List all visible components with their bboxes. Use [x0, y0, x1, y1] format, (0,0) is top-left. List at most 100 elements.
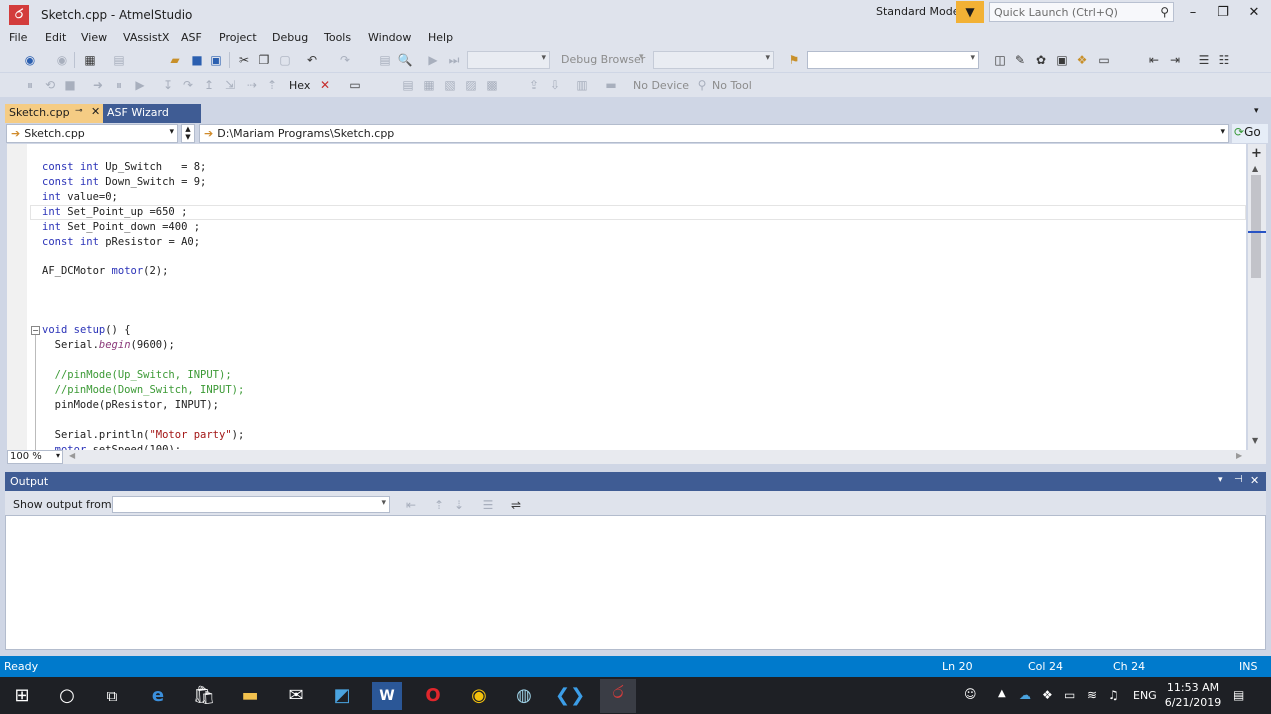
- pin-icon[interactable]: ⊣: [1234, 474, 1243, 485]
- tool-icon[interactable]: ⚲: [694, 77, 710, 93]
- memory-icon[interactable]: ▦: [421, 77, 437, 93]
- tab-asf-wizard[interactable]: ASF Wizard: [103, 104, 201, 123]
- upload-icon[interactable]: ⇪: [526, 77, 542, 93]
- quick-launch-input[interactable]: Quick Launch (Ctrl+Q) ⚲: [989, 2, 1174, 22]
- indent-left-icon[interactable]: ⇤: [1146, 52, 1162, 68]
- add-item-icon[interactable]: ▤: [111, 52, 127, 68]
- paste-icon[interactable]: ▢: [277, 52, 293, 68]
- step-into-icon[interactable]: ↧: [160, 77, 176, 93]
- menu-window[interactable]: Window: [368, 31, 411, 44]
- save-icon[interactable]: ■: [189, 52, 205, 68]
- fold-toggle-icon[interactable]: −: [31, 326, 40, 335]
- pin-icon[interactable]: ⊸: [75, 106, 83, 116]
- hex-toggle[interactable]: Hex: [289, 79, 310, 92]
- stop-icon[interactable]: ■: [62, 77, 78, 93]
- scroll-up-icon[interactable]: ▲: [1252, 164, 1258, 173]
- store-icon[interactable]: 🛍: [189, 682, 219, 710]
- menu-project[interactable]: Project: [219, 31, 257, 44]
- app-icon[interactable]: ◩: [327, 682, 357, 710]
- debug-browser-label[interactable]: Debug Browser: [561, 53, 645, 66]
- next-message-icon[interactable]: ⇣: [451, 497, 467, 513]
- scroll-right-icon[interactable]: ▶: [1236, 451, 1242, 460]
- undo-icon[interactable]: ↶: [304, 52, 320, 68]
- pause-icon[interactable]: ⏸: [111, 77, 127, 93]
- opera-icon[interactable]: O: [418, 682, 448, 710]
- debug-windows-icon[interactable]: ▭: [347, 77, 363, 93]
- comment-icon[interactable]: ☰: [1196, 52, 1212, 68]
- menu-edit[interactable]: Edit: [45, 31, 66, 44]
- go-button[interactable]: ⟳Go: [1232, 124, 1268, 143]
- set-next-statement-icon[interactable]: ⇢: [244, 77, 260, 93]
- scroll-left-icon[interactable]: ◀: [69, 451, 75, 460]
- uncomment-icon[interactable]: ☷: [1216, 52, 1232, 68]
- scroll-down-icon[interactable]: ▼: [1252, 436, 1258, 445]
- find-icon[interactable]: ▤: [377, 52, 393, 68]
- split-editor-icon[interactable]: +: [1251, 146, 1262, 161]
- tools-wrench-icon[interactable]: ✎: [1012, 52, 1028, 68]
- volume-icon[interactable]: ♫: [1108, 688, 1119, 702]
- redo-icon[interactable]: ↷: [337, 52, 353, 68]
- io-view-icon[interactable]: ▧: [442, 77, 458, 93]
- start-without-debugging-icon[interactable]: ⏭: [446, 52, 462, 68]
- maximize-button[interactable]: ❐: [1213, 4, 1233, 22]
- window-layout-icon[interactable]: ▭: [1096, 52, 1112, 68]
- tab-sketch-cpp[interactable]: Sketch.cpp ⊸ ✕: [5, 104, 103, 123]
- run-to-cursor-icon[interactable]: ⇲: [222, 77, 238, 93]
- back-icon[interactable]: ◉: [22, 52, 38, 68]
- menu-tools[interactable]: Tools: [324, 31, 351, 44]
- editor-horizontal-scrollbar[interactable]: [7, 450, 1266, 464]
- registers-icon[interactable]: ▤: [400, 77, 416, 93]
- copy-icon[interactable]: ❐: [256, 52, 272, 68]
- word-wrap-icon[interactable]: ⇌: [508, 497, 524, 513]
- previous-message-icon[interactable]: ⇡: [431, 497, 447, 513]
- onedrive-icon[interactable]: ☁: [1019, 688, 1031, 702]
- atmel-studio-taskbar-icon[interactable]: ර: [600, 679, 636, 713]
- device-programming-icon[interactable]: ⚑: [786, 52, 802, 68]
- break-all-icon[interactable]: ⏸: [22, 77, 38, 93]
- word-icon[interactable]: W: [372, 682, 402, 710]
- new-project-icon[interactable]: ▦: [82, 52, 98, 68]
- dropbox-icon[interactable]: ❖: [1042, 688, 1053, 702]
- asf-icon[interactable]: ❖: [1074, 52, 1090, 68]
- chrome-icon[interactable]: ◉: [464, 682, 494, 710]
- processor-icon[interactable]: ▨: [463, 77, 479, 93]
- vscode-icon[interactable]: ❮❯: [555, 682, 585, 710]
- tray-expand-icon[interactable]: ▲: [998, 688, 1006, 699]
- start-debugging-icon[interactable]: ▶: [425, 52, 441, 68]
- no-device-label[interactable]: No Device: [633, 79, 689, 92]
- indent-right-icon[interactable]: ⇥: [1167, 52, 1183, 68]
- breakpoints-icon[interactable]: ✕: [317, 77, 333, 93]
- cut-icon[interactable]: ✂: [236, 52, 252, 68]
- task-view-icon[interactable]: ⧉: [97, 682, 127, 710]
- extensions-icon[interactable]: ✿: [1033, 52, 1049, 68]
- file-explorer-icon[interactable]: ▬: [235, 682, 265, 710]
- app-icon[interactable]: ◍: [509, 682, 539, 710]
- find-combo[interactable]: ▾: [807, 51, 979, 69]
- trace-icon[interactable]: ▥: [574, 77, 590, 93]
- mail-icon[interactable]: ✉: [281, 682, 311, 710]
- close-tab-icon[interactable]: ✕: [91, 105, 100, 118]
- people-icon[interactable]: ☺: [964, 687, 977, 701]
- show-next-statement-icon[interactable]: ⇡: [264, 77, 280, 93]
- find-in-files-icon[interactable]: 🔍: [397, 52, 413, 68]
- save-all-icon[interactable]: ▣: [208, 52, 224, 68]
- edge-browser-icon[interactable]: e: [143, 682, 173, 710]
- tab-overflow-icon[interactable]: ▾: [1254, 106, 1259, 116]
- output-text-area[interactable]: [5, 515, 1266, 650]
- step-over-icon[interactable]: ↷: [180, 77, 196, 93]
- forward-icon[interactable]: ◉: [54, 52, 70, 68]
- continue-icon[interactable]: ▶: [132, 77, 148, 93]
- no-tool-label[interactable]: No Tool: [712, 79, 752, 92]
- battery-icon[interactable]: ▭: [1064, 688, 1075, 702]
- disassembly-icon[interactable]: ▩: [484, 77, 500, 93]
- clock[interactable]: 11:53 AM 6/21/2019: [1163, 680, 1223, 710]
- download-icon[interactable]: ⇩: [547, 77, 563, 93]
- start-button[interactable]: ⊞: [7, 682, 37, 710]
- split-spinner[interactable]: ▲ ▼: [181, 124, 195, 143]
- menu-help[interactable]: Help: [428, 31, 453, 44]
- device-icon[interactable]: ▬: [603, 77, 619, 93]
- notifications-icon[interactable]: ▤: [1233, 688, 1244, 702]
- language-indicator[interactable]: ENG: [1133, 689, 1157, 702]
- reset-icon[interactable]: ⟲: [42, 77, 58, 93]
- wifi-icon[interactable]: ≋: [1087, 688, 1097, 702]
